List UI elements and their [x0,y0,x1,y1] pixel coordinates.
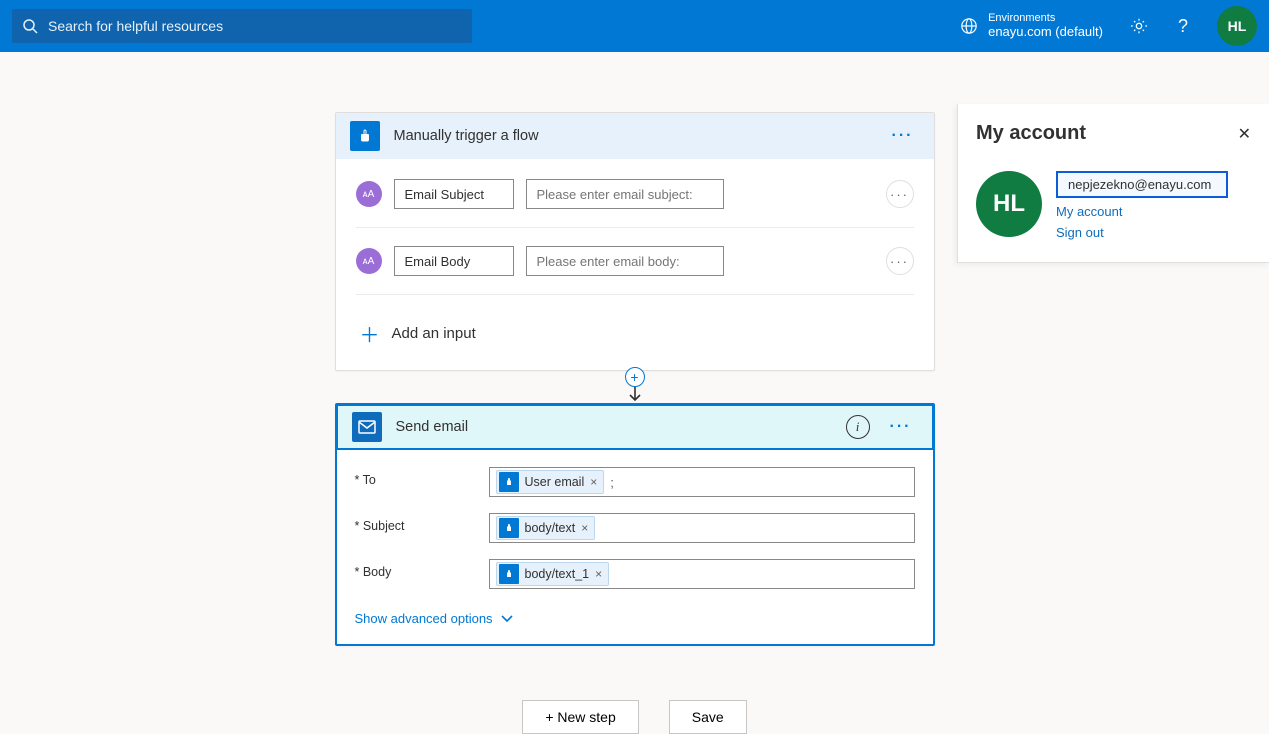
search-input[interactable] [12,9,472,43]
field-label: * Body [355,559,475,579]
token[interactable]: body/text_1 × [496,562,610,586]
advanced-options-label: Show advanced options [355,611,493,626]
param-name[interactable]: Email Body [394,246,514,276]
add-input-button[interactable]: ＋ Add an input [336,299,934,370]
field-row-to: * To User email × ; [337,459,933,505]
globe-icon [960,17,978,35]
trigger-card-header[interactable]: Manually trigger a flow ··· [336,113,934,159]
trigger-card-more[interactable]: ··· [886,123,920,149]
help-button[interactable]: ? [1167,10,1199,42]
token-label: body/text_1 [525,567,590,581]
save-button[interactable]: Save [669,700,747,734]
account-avatar-button[interactable]: HL [1217,6,1257,46]
trigger-icon [350,121,380,151]
add-input-label: Add an input [392,325,476,342]
token-remove[interactable]: × [590,475,597,489]
send-email-card-title: Send email [396,419,832,435]
account-panel: My account ✕ HL nepjezekno@enayu.com My … [957,104,1269,263]
search-wrap [12,9,472,43]
top-bar: Environments enayu.com (default) ? HL [0,0,1269,52]
show-advanced-options[interactable]: Show advanced options [337,597,933,644]
param-row-more[interactable]: ··· [886,247,914,275]
env-value: enayu.com (default) [988,25,1103,40]
param-value-input[interactable] [526,246,724,276]
gear-icon [1130,17,1148,35]
env-label: Environments [988,12,1103,25]
help-icon: ? [1178,16,1188,37]
info-icon: i [856,419,860,435]
field-label: * Subject [355,513,475,533]
flow-canvas: Manually trigger a flow ··· ᴀA Email Sub… [0,52,1269,723]
trigger-input-row: ᴀA Email Subject ··· [336,165,934,223]
token[interactable]: body/text × [496,516,596,540]
flow-token-icon [499,472,519,492]
send-email-card: Send email i ··· * To User email × ; * S… [335,403,935,646]
param-row-more[interactable]: ··· [886,180,914,208]
connector: + [623,367,647,407]
insert-step-button[interactable]: + [625,367,645,387]
account-email[interactable]: nepjezekno@enayu.com [1056,171,1228,198]
token-remove[interactable]: × [581,521,588,535]
trigger-input-row: ᴀA Email Body ··· [336,232,934,290]
new-step-button[interactable]: + New step [522,700,638,734]
account-panel-title: My account [976,122,1086,145]
token-remove[interactable]: × [595,567,602,581]
token-label: User email [525,475,585,489]
settings-button[interactable] [1123,10,1155,42]
field-row-body: * Body body/text_1 × [337,551,933,597]
footer-buttons: + New step Save [0,700,1269,734]
plus-icon: ＋ [360,319,380,348]
my-account-link[interactable]: My account [1056,204,1228,219]
mail-icon [352,412,382,442]
to-field[interactable]: User email × ; [489,467,915,497]
account-avatar: HL [976,171,1042,237]
send-email-card-header[interactable]: Send email i ··· [336,404,934,450]
send-email-card-more[interactable]: ··· [884,414,918,440]
to-field-trailing: ; [610,475,614,490]
environment-picker[interactable]: Environments enayu.com (default) [952,8,1111,44]
text-param-icon: ᴀA [356,181,382,207]
account-panel-close[interactable]: ✕ [1238,124,1251,144]
subject-field[interactable]: body/text × [489,513,915,543]
search-icon [22,18,38,34]
trigger-card-title: Manually trigger a flow [394,128,872,144]
chevron-down-icon [501,615,513,623]
field-label: * To [355,467,475,487]
close-icon: ✕ [1238,126,1251,143]
param-value-input[interactable] [526,179,724,209]
param-name[interactable]: Email Subject [394,179,514,209]
sign-out-link[interactable]: Sign out [1056,225,1228,240]
flow-token-icon [499,518,519,538]
text-param-icon: ᴀA [356,248,382,274]
arrow-down-icon [628,387,642,403]
field-row-subject: * Subject body/text × [337,505,933,551]
token[interactable]: User email × [496,470,605,494]
trigger-card: Manually trigger a flow ··· ᴀA Email Sub… [335,112,935,371]
info-button[interactable]: i [846,415,870,439]
flow-token-icon [499,564,519,584]
body-field[interactable]: body/text_1 × [489,559,915,589]
token-label: body/text [525,521,576,535]
